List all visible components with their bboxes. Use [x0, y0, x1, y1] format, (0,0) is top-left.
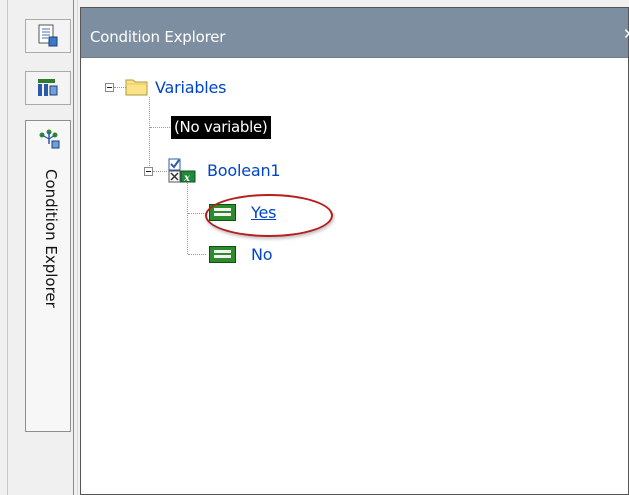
- grid-view-icon: [38, 79, 58, 96]
- tree-item-variables[interactable]: Variables: [155, 78, 227, 97]
- dock-strip: Condition Explorer: [0, 0, 80, 495]
- dock-divider-light: [77, 0, 78, 495]
- grid-view-button[interactable]: [25, 71, 71, 105]
- equals-value-icon: [209, 246, 236, 263]
- tree-view: [81, 58, 628, 494]
- document-list-button[interactable]: [25, 19, 71, 53]
- tree-item-boolean1[interactable]: Boolean1: [207, 161, 281, 180]
- tree-line: [188, 254, 206, 255]
- tree-item-no[interactable]: No: [251, 245, 273, 264]
- tab-label: Condition Explorer: [42, 169, 60, 308]
- tree-line: [187, 183, 188, 254]
- panel-title: Condition Explorer: [90, 28, 226, 46]
- equals-value-icon: [209, 204, 236, 221]
- folder-icon: [125, 79, 148, 96]
- dock-edge: [7, 0, 8, 495]
- dock-divider: [73, 0, 74, 495]
- panel-header: Condition Explorer ✕: [81, 8, 629, 58]
- variables-expander[interactable]: [105, 83, 114, 92]
- tree-line: [188, 213, 206, 214]
- tree-line: [153, 171, 167, 172]
- boolean-expander[interactable]: [144, 167, 153, 176]
- tree-item-no-variable[interactable]: (No variable): [171, 116, 272, 139]
- document-list-icon: [38, 24, 58, 47]
- tab-condition-explorer[interactable]: Condition Explorer: [25, 120, 71, 432]
- tree-line: [149, 97, 150, 168]
- tree-line: [150, 127, 170, 128]
- boolean-variable-icon: x: [168, 158, 196, 184]
- close-icon[interactable]: ✕: [623, 26, 629, 42]
- tree-item-yes[interactable]: Yes: [251, 203, 276, 222]
- condition-tree-icon: [39, 129, 60, 149]
